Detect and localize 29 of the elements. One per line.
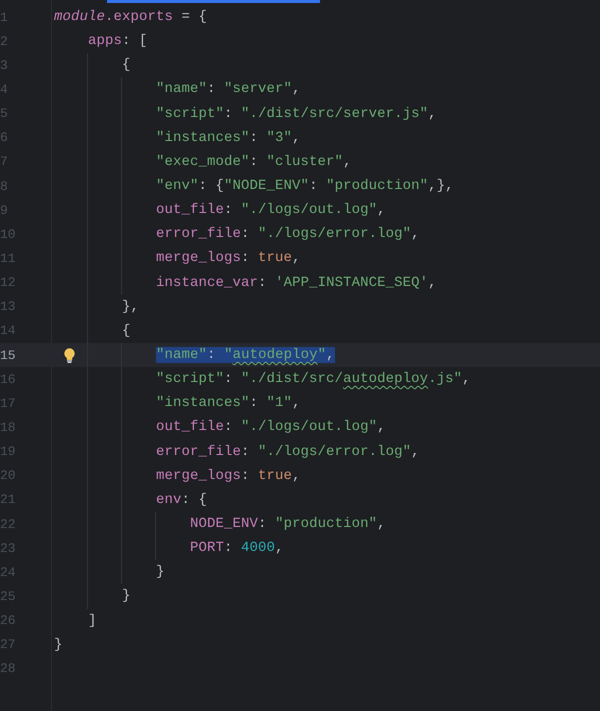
code-line: "script": "./dist/src/server.js", [155,104,437,124]
code-line: } [54,636,63,655]
code-line: PORT: 4000, [189,539,284,558]
code-line: "instances": "1", [155,394,301,414]
code-line: error_file: "./logs/error.log", [155,225,420,244]
code-line: "name": "autodeploy", [155,346,335,366]
code-line: NODE_ENV: "production", [189,515,386,534]
code-line: "env": {"NODE_ENV": "production",}, [155,177,454,196]
code-line: "name": "server", [155,80,301,100]
code-line: "script": "./dist/src/autodeploy.js", [155,370,471,390]
code-line: out_file: "./logs/out.log", [155,418,386,438]
code-line: "exec_mode": "cluster", [155,152,352,172]
code-line: { [121,56,131,76]
code-line: instance_var: 'APP_INSTANCE_SEQ', [155,274,437,293]
code-line: merge_logs: true, [155,466,301,486]
code-line: { [121,322,131,341]
code-line: } [155,563,165,582]
line-number: 15 [0,348,16,362]
code-line: env: { [155,490,208,510]
code-line: out_file: "./logs/out.log", [155,201,386,220]
code-line: } [121,587,131,606]
code-line: merge_logs: true, [155,249,301,268]
code-line: ] [87,612,97,631]
code-line: error_file: "./logs/error.log", [155,442,420,462]
code-line: apps: [ [87,32,148,52]
code-line: module.exports = { [54,8,208,28]
lightbulb-icon[interactable] [63,348,76,363]
code-line: }, [121,298,140,317]
code-line: "instances": "3", [155,128,301,148]
